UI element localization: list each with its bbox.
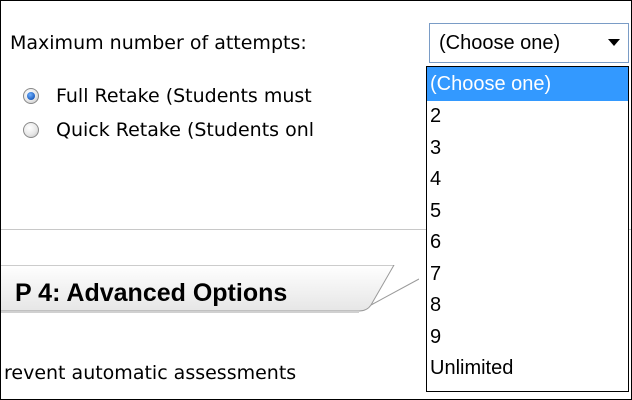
attempts-dropdown-list: (Choose one) 2 3 4 5 6 7 8 9 Unlimited <box>426 66 629 392</box>
dropdown-option-3[interactable]: 3 <box>427 133 628 165</box>
attempts-select-value: (Choose one) <box>439 31 561 54</box>
dropdown-option-9[interactable]: 9 <box>427 322 628 354</box>
radio-full-retake-label: Full Retake (Students must <box>56 85 312 107</box>
attempts-select[interactable]: (Choose one) <box>429 23 629 63</box>
page-frame: Maximum number of attempts: Full Retake … <box>0 0 632 400</box>
radio-button-unchecked[interactable] <box>23 122 39 138</box>
step-title: P 4: Advanced Options <box>15 279 288 307</box>
radio-quick-retake-label: Quick Retake (Students onl <box>56 119 315 141</box>
dropdown-option-7[interactable]: 7 <box>427 259 628 291</box>
radio-quick-retake[interactable]: Quick Retake (Students onl <box>23 119 314 141</box>
dropdown-option-6[interactable]: 6 <box>427 227 628 259</box>
dropdown-option-5[interactable]: 5 <box>427 196 628 228</box>
dropdown-option-4[interactable]: 4 <box>427 164 628 196</box>
dropdown-option-choose-one[interactable]: (Choose one) <box>427 67 628 101</box>
dropdown-option-2[interactable]: 2 <box>427 101 628 133</box>
radio-full-retake[interactable]: Full Retake (Students must <box>23 85 312 107</box>
radio-button-checked[interactable] <box>23 88 39 104</box>
attempts-label: Maximum number of attempts: <box>10 32 307 54</box>
dropdown-option-8[interactable]: 8 <box>427 290 628 322</box>
chevron-down-icon[interactable] <box>600 39 628 47</box>
prevent-assessments-text: revent automatic assessments <box>4 362 297 384</box>
dropdown-option-unlimited[interactable]: Unlimited <box>427 353 628 385</box>
